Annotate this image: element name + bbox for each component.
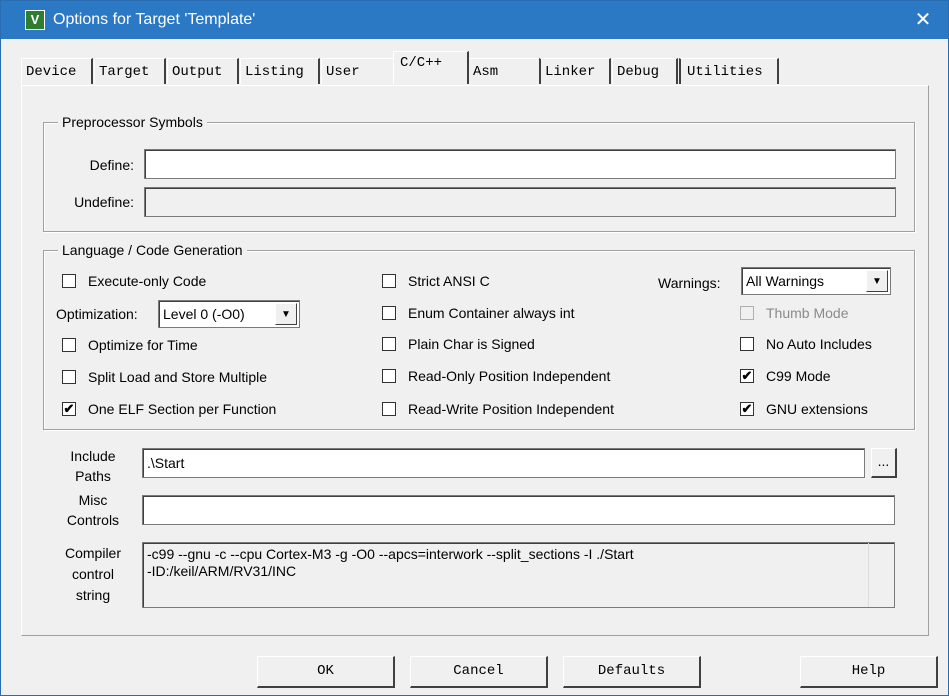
rw-pi-label: Read-Write Position Independent	[408, 401, 614, 417]
thumb-mode-label: Thumb Mode	[766, 305, 849, 321]
ro-pi-box	[382, 369, 396, 383]
misc-controls-label-1: Misc	[78, 492, 108, 508]
warnings-value: All Warnings	[746, 273, 825, 289]
warnings-label: Warnings:	[658, 275, 721, 291]
preprocessor-group-title: Preprocessor Symbols	[58, 113, 207, 131]
tab-utilities[interactable]: Utilities	[679, 58, 779, 84]
compiler-control-string[interactable]: -c99 --gnu -c --cpu Cortex-M3 -g -O0 --a…	[142, 542, 895, 608]
c-cpp-panel: Preprocessor Symbols Define: Undefine: L…	[21, 85, 929, 636]
gnu-ext-label: GNU extensions	[766, 401, 868, 417]
tab-debug[interactable]: Debug	[612, 58, 678, 84]
scrollbar[interactable]	[868, 543, 894, 607]
compiler-control-label-2: control	[71, 566, 115, 582]
ok-button[interactable]: OK	[257, 656, 395, 688]
misc-controls-label-2: Controls	[66, 512, 120, 528]
no-auto-includes-checkbox[interactable]: No Auto Includes	[740, 334, 872, 354]
undefine-input	[144, 187, 896, 217]
c99-mode-box: ✔	[740, 368, 754, 383]
no-auto-includes-label: No Auto Includes	[766, 336, 872, 352]
keil-uvision-icon: V	[25, 10, 45, 30]
tab-device[interactable]: Device	[21, 58, 93, 84]
optimize-time-label: Optimize for Time	[88, 337, 198, 353]
gnu-ext-checkbox[interactable]: ✔ GNU extensions	[740, 399, 868, 419]
optimize-time-box	[62, 338, 76, 352]
tab-target[interactable]: Target	[94, 58, 166, 84]
define-label: Define:	[89, 157, 134, 173]
tab-linker[interactable]: Linker	[539, 58, 611, 84]
ro-pi-label: Read-Only Position Independent	[408, 368, 611, 384]
undefine-label: Undefine:	[74, 194, 134, 210]
include-paths-label-2: Paths	[75, 468, 111, 484]
warnings-select[interactable]: All Warnings ▼	[741, 267, 891, 295]
chevron-down-icon: ▼	[275, 303, 297, 325]
tab-c-cpp[interactable]: C/C++	[393, 51, 469, 84]
gnu-ext-box: ✔	[740, 401, 754, 416]
enum-container-checkbox[interactable]: Enum Container always int	[382, 303, 575, 323]
optimization-value: Level 0 (-O0)	[163, 306, 245, 322]
strict-ansi-checkbox[interactable]: Strict ANSI C	[382, 271, 490, 291]
enum-container-box	[382, 306, 396, 320]
cancel-button[interactable]: Cancel	[410, 656, 548, 688]
optimization-label: Optimization:	[56, 306, 138, 322]
execute-only-checkbox[interactable]: Execute-only Code	[62, 271, 206, 291]
compiler-control-line-1: -c99 --gnu -c --cpu Cortex-M3 -g -O0 --a…	[147, 546, 634, 562]
one-elf-box: ✔	[62, 401, 76, 416]
browse-button[interactable]: ...	[871, 448, 897, 478]
thumb-mode-checkbox: Thumb Mode	[740, 303, 848, 323]
split-load-checkbox[interactable]: Split Load and Store Multiple	[62, 367, 267, 387]
tab-listing[interactable]: Listing	[240, 58, 320, 84]
preprocessor-group: Preprocessor Symbols Define: Undefine:	[43, 113, 915, 232]
one-elf-checkbox[interactable]: ✔ One ELF Section per Function	[62, 399, 276, 419]
plain-char-checkbox[interactable]: Plain Char is Signed	[382, 334, 535, 354]
optimize-time-checkbox[interactable]: Optimize for Time	[62, 335, 198, 355]
define-input[interactable]	[144, 149, 896, 179]
tab-user[interactable]: User	[321, 58, 393, 84]
chevron-down-icon: ▼	[866, 270, 888, 292]
plain-char-label: Plain Char is Signed	[408, 336, 535, 352]
one-elf-label: One ELF Section per Function	[88, 401, 277, 417]
options-dialog: V Options for Target 'Template' ✕ Device…	[0, 0, 949, 696]
split-load-box	[62, 370, 76, 384]
title-bar[interactable]: V Options for Target 'Template' ✕	[1, 1, 948, 39]
help-button[interactable]: Help	[800, 656, 938, 688]
c99-mode-checkbox[interactable]: ✔ C99 Mode	[740, 366, 831, 386]
execute-only-box	[62, 274, 76, 288]
no-auto-includes-box	[740, 337, 754, 351]
defaults-button[interactable]: Defaults	[563, 656, 701, 688]
rw-pi-checkbox[interactable]: Read-Write Position Independent	[382, 399, 614, 419]
c99-mode-label: C99 Mode	[766, 368, 831, 384]
include-paths-input[interactable]: .\Start	[142, 448, 865, 478]
language-group-title: Language / Code Generation	[58, 241, 247, 259]
close-button[interactable]: ✕	[908, 6, 938, 34]
enum-container-label: Enum Container always int	[408, 305, 575, 321]
strict-ansi-box	[382, 274, 396, 288]
misc-controls-input[interactable]	[142, 495, 895, 525]
rw-pi-box	[382, 402, 396, 416]
optimization-select[interactable]: Level 0 (-O0) ▼	[158, 300, 300, 328]
thumb-mode-box	[740, 306, 754, 320]
execute-only-label: Execute-only Code	[88, 273, 207, 289]
compiler-control-label-1: Compiler	[64, 545, 121, 561]
compiler-control-label-3: string	[75, 587, 111, 603]
window-title: Options for Target 'Template'	[53, 11, 256, 28]
compiler-control-line-2: -ID:/keil/ARM/RV31/INC	[147, 563, 297, 579]
strict-ansi-label: Strict ANSI C	[408, 273, 490, 289]
ro-pi-checkbox[interactable]: Read-Only Position Independent	[382, 366, 610, 386]
tab-output[interactable]: Output	[167, 58, 239, 84]
tab-asm[interactable]: Asm	[469, 58, 539, 84]
language-group: Language / Code Generation Execute-only …	[43, 241, 915, 430]
include-paths-label-1: Include	[70, 448, 116, 464]
split-load-label: Split Load and Store Multiple	[88, 369, 267, 385]
plain-char-box	[382, 337, 396, 351]
